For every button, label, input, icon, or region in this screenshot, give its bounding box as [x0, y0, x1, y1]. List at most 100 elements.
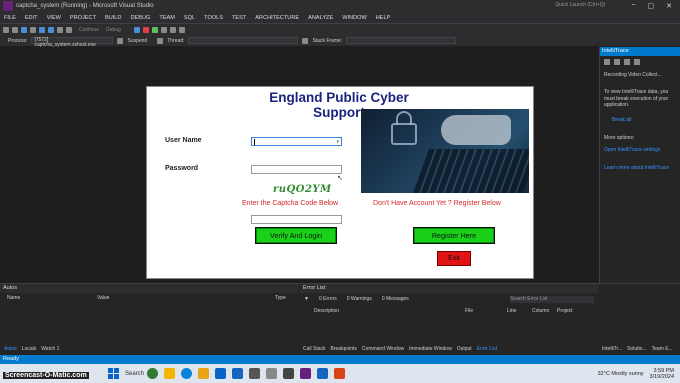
forward-icon[interactable]	[12, 26, 18, 33]
pause-icon[interactable]	[133, 26, 140, 33]
settings-icon[interactable]	[624, 59, 630, 65]
restart-icon[interactable]	[151, 26, 158, 33]
tab-breakpoints[interactable]: Breakpoints	[331, 346, 357, 352]
process-dropdown[interactable]: [7572] captcha_system.vshost.exe	[31, 37, 114, 48]
menu-analyze[interactable]: ANALYZE	[308, 15, 333, 21]
lifecycle-icon[interactable]	[117, 37, 124, 44]
password-label: Password	[165, 165, 199, 172]
redo-icon[interactable]	[66, 26, 72, 33]
tab-watch-1[interactable]: Watch 1	[41, 346, 59, 352]
verify-login-button[interactable]: Verify And Login	[255, 227, 337, 244]
maximize-button[interactable]: ▢	[648, 2, 655, 10]
folder-icon[interactable]	[198, 368, 209, 379]
mail-icon[interactable]	[232, 368, 243, 379]
col-line[interactable]: Line	[507, 308, 516, 314]
menu-tools[interactable]: TOOLS	[204, 15, 223, 21]
suspend-button[interactable]: Suspend	[127, 38, 147, 44]
stop-icon[interactable]	[142, 26, 149, 33]
settings-link[interactable]: Open IntelliTrace settings	[604, 147, 661, 153]
app-icon-4[interactable]	[334, 368, 345, 379]
back-icon[interactable]	[3, 26, 9, 33]
store-icon[interactable]	[215, 368, 226, 379]
visual-studio-icon	[3, 1, 13, 11]
menu-team[interactable]: TEAM	[159, 15, 175, 21]
errors-filter[interactable]: 0 Errors	[319, 296, 337, 302]
password-input[interactable]	[251, 165, 342, 174]
captcha-image-text: ruQO2YM	[273, 184, 332, 195]
weather-widget[interactable]: 32°C Mostly sunny	[598, 371, 644, 377]
tab-output[interactable]: Output	[457, 346, 472, 352]
warnings-filter[interactable]: 0 Warnings	[347, 296, 372, 302]
learn-more-link[interactable]: Learn more about IntelliTrace	[604, 165, 669, 171]
menu-sql[interactable]: SQL	[184, 15, 195, 21]
quick-launch-input[interactable]: Quick Launch (Ctrl+Q)	[555, 2, 623, 10]
tab-call-stack[interactable]: Call Stack	[303, 346, 326, 352]
exit-button[interactable]: Exit	[437, 251, 471, 266]
windows-start-icon[interactable]	[108, 368, 119, 379]
menu-edit[interactable]: EDIT	[25, 15, 38, 21]
file-explorer-icon[interactable]	[164, 368, 175, 379]
edge-icon[interactable]	[181, 368, 192, 379]
menu-window[interactable]: WINDOW	[342, 15, 367, 21]
autos-col-type[interactable]: Type	[275, 295, 286, 301]
recorder-icon[interactable]	[317, 368, 328, 379]
step-into-icon[interactable]	[169, 26, 176, 33]
menu-debug[interactable]: DEBUG	[130, 15, 150, 21]
app-icon-3[interactable]	[283, 368, 294, 379]
minimize-button[interactable]: −	[631, 2, 635, 10]
continue-label[interactable]: Continue	[79, 27, 99, 33]
save-icon[interactable]	[634, 59, 640, 65]
flag-icon[interactable]	[302, 37, 309, 44]
title-bar: captcha_system (Running) - Microsoft Vis…	[0, 0, 680, 12]
chevron-down-icon[interactable]: ▾	[336, 139, 339, 145]
tab-locals[interactable]: Locals	[22, 346, 36, 352]
tab-error-list[interactable]: Error List	[477, 346, 497, 352]
tab-autos[interactable]: Autos	[4, 346, 17, 352]
close-button[interactable]: ✕	[666, 2, 672, 10]
thread-dropdown[interactable]	[188, 37, 299, 44]
register-button[interactable]: Register Here	[413, 227, 495, 244]
visual-studio-taskbar-icon[interactable]	[300, 368, 311, 379]
step-out-icon[interactable]	[178, 26, 185, 33]
captcha-input[interactable]	[251, 215, 342, 224]
clock[interactable]: 3:59 PM 3/19/2024	[650, 368, 674, 380]
menu-file[interactable]: FILE	[4, 15, 16, 21]
col-file[interactable]: File	[465, 308, 473, 314]
autos-col-name[interactable]: Name	[7, 295, 20, 301]
break-all-link[interactable]: Break all	[612, 117, 631, 123]
stack-frame-dropdown[interactable]	[346, 37, 457, 44]
col-description[interactable]: Description	[314, 308, 339, 314]
username-input[interactable]: ▾	[251, 137, 342, 146]
tab-team-explorer[interactable]: Team E...	[652, 346, 673, 352]
messages-filter[interactable]: 0 Messages	[382, 296, 409, 302]
open-icon[interactable]	[30, 26, 36, 33]
menu-project[interactable]: PROJECT	[70, 15, 96, 21]
intellitrace-toolbar	[604, 59, 640, 65]
chrome-icon[interactable]	[147, 368, 158, 379]
save-icon[interactable]	[39, 26, 45, 33]
menu-architecture[interactable]: ARCHITECTURE	[255, 15, 299, 21]
tab-command-window[interactable]: Command Window	[362, 346, 404, 352]
calls-icon[interactable]	[614, 59, 620, 65]
config-dropdown[interactable]: Debug	[106, 27, 121, 33]
col-project[interactable]: Project	[557, 308, 573, 314]
tab-solution[interactable]: Solutio...	[627, 346, 646, 352]
app-icon[interactable]	[249, 368, 260, 379]
save-all-icon[interactable]	[48, 26, 54, 33]
events-icon[interactable]	[604, 59, 610, 65]
menu-view[interactable]: VIEW	[47, 15, 61, 21]
undo-icon[interactable]	[57, 26, 63, 33]
col-column[interactable]: Column	[532, 308, 549, 314]
tab-intellitrace[interactable]: IntelliTr...	[602, 346, 622, 352]
error-search-input[interactable]: Search Error List	[510, 296, 594, 303]
menu-build[interactable]: BUILD	[105, 15, 121, 21]
app-icon-2[interactable]	[266, 368, 277, 379]
new-project-icon[interactable]	[21, 26, 27, 33]
menu-test[interactable]: TEST	[232, 15, 246, 21]
step-over-icon[interactable]	[160, 26, 167, 33]
autos-col-value[interactable]: Value	[97, 295, 109, 301]
tab-immediate-window[interactable]: Immediate Window	[409, 346, 452, 352]
menu-help[interactable]: HELP	[376, 15, 391, 21]
taskbar-search[interactable]: Search	[125, 371, 147, 377]
filter-icon[interactable]: ▼	[304, 296, 309, 302]
